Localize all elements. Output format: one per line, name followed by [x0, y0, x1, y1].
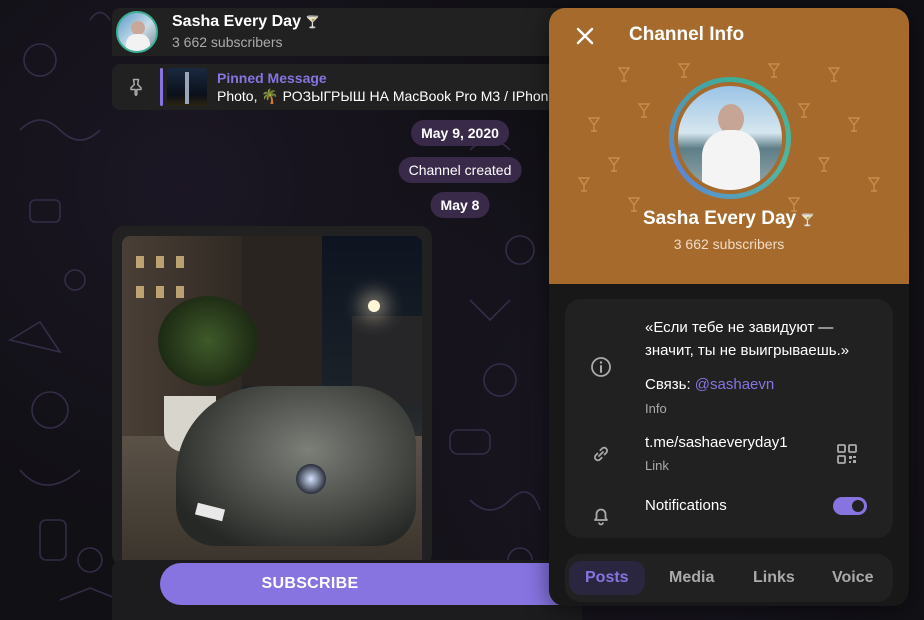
pinned-text: Photo, 🌴 РОЗЫГРЫШ НА MacBook Pro M3 / IP…	[217, 88, 549, 104]
notifications-label: Notifications	[645, 497, 727, 514]
toggle-knob	[850, 498, 866, 514]
photo-message[interactable]	[112, 226, 432, 566]
channel-name-text: Sasha Every Day	[642, 208, 797, 229]
cocktail-emoji: 🍸	[800, 213, 816, 227]
photo-streetlight	[368, 300, 380, 312]
chat-title-text: Sasha Every Day	[172, 13, 301, 30]
pin-icon[interactable]	[126, 77, 146, 97]
photo-building-mid	[242, 236, 322, 386]
tab-posts[interactable]: Posts	[569, 561, 645, 595]
channel-info-header: Channel Info Sasha Every Day 🍸 3 662 subs…	[549, 8, 909, 284]
channel-name: Sasha Every Day 🍸	[549, 208, 909, 230]
info-icon	[591, 357, 611, 377]
contact-prefix: Связь:	[645, 376, 695, 393]
chat-title: Sasha Every Day 🍸	[172, 13, 320, 31]
cocktail-emoji: 🍸	[304, 15, 320, 29]
avatar-head	[131, 21, 145, 35]
tab-media[interactable]: Media	[653, 561, 730, 595]
link-caption: Link	[645, 458, 669, 473]
channel-contact: Связь: @sashaevn	[645, 376, 774, 393]
link-icon	[594, 446, 608, 462]
qr-code-icon[interactable]	[835, 442, 859, 466]
channel-avatar[interactable]	[116, 11, 158, 53]
close-icon[interactable]	[571, 22, 599, 50]
avatar-body	[702, 130, 760, 190]
channel-subscribers: 3 662 subscribers	[673, 236, 785, 252]
channel-link[interactable]: t.me/sashaeveryday1	[645, 434, 788, 451]
pinned-thumbnail	[167, 68, 207, 106]
tab-voice[interactable]: Voice	[816, 561, 890, 595]
channel-info-panel: Channel Info Sasha Every Day 🍸 3 662 subs…	[549, 8, 909, 606]
chat-subscribers: 3 662 subscribers	[172, 34, 283, 50]
date-pill: May 9, 2020	[411, 120, 509, 146]
info-caption: Info	[645, 401, 667, 416]
channel-avatar-large[interactable]	[669, 77, 791, 199]
subscribe-label: SUBSCRIBE	[261, 575, 359, 592]
date-pill: May 8	[430, 192, 490, 218]
service-message-channel-created: Channel created	[398, 157, 522, 183]
pinned-message-bar[interactable]: Pinned Message Photo, 🌴 РОЗЫГРЫШ НА MacB…	[112, 64, 582, 110]
media-tabs: Posts Media Links Voice	[565, 554, 893, 602]
chat-header[interactable]: Sasha Every Day 🍸 3 662 subscribers	[112, 8, 582, 56]
contact-handle-link[interactable]: @sashaevn	[695, 376, 774, 393]
notifications-toggle[interactable]	[833, 497, 867, 515]
bell-icon	[594, 508, 608, 526]
photo-car	[176, 386, 416, 546]
channel-info-card: «Если тебе не завидуют — значит, ты не в…	[565, 299, 893, 538]
avatar-body	[126, 34, 150, 51]
tab-links[interactable]: Links	[737, 561, 811, 595]
photo-tree	[158, 296, 258, 386]
panel-title: Channel Info	[629, 24, 745, 45]
message-photo[interactable]	[122, 236, 422, 566]
channel-bio: «Если тебе не завидуют — значит, ты не в…	[645, 319, 850, 359]
pinned-accent-bar	[160, 68, 163, 106]
pinned-title: Pinned Message	[217, 70, 327, 86]
